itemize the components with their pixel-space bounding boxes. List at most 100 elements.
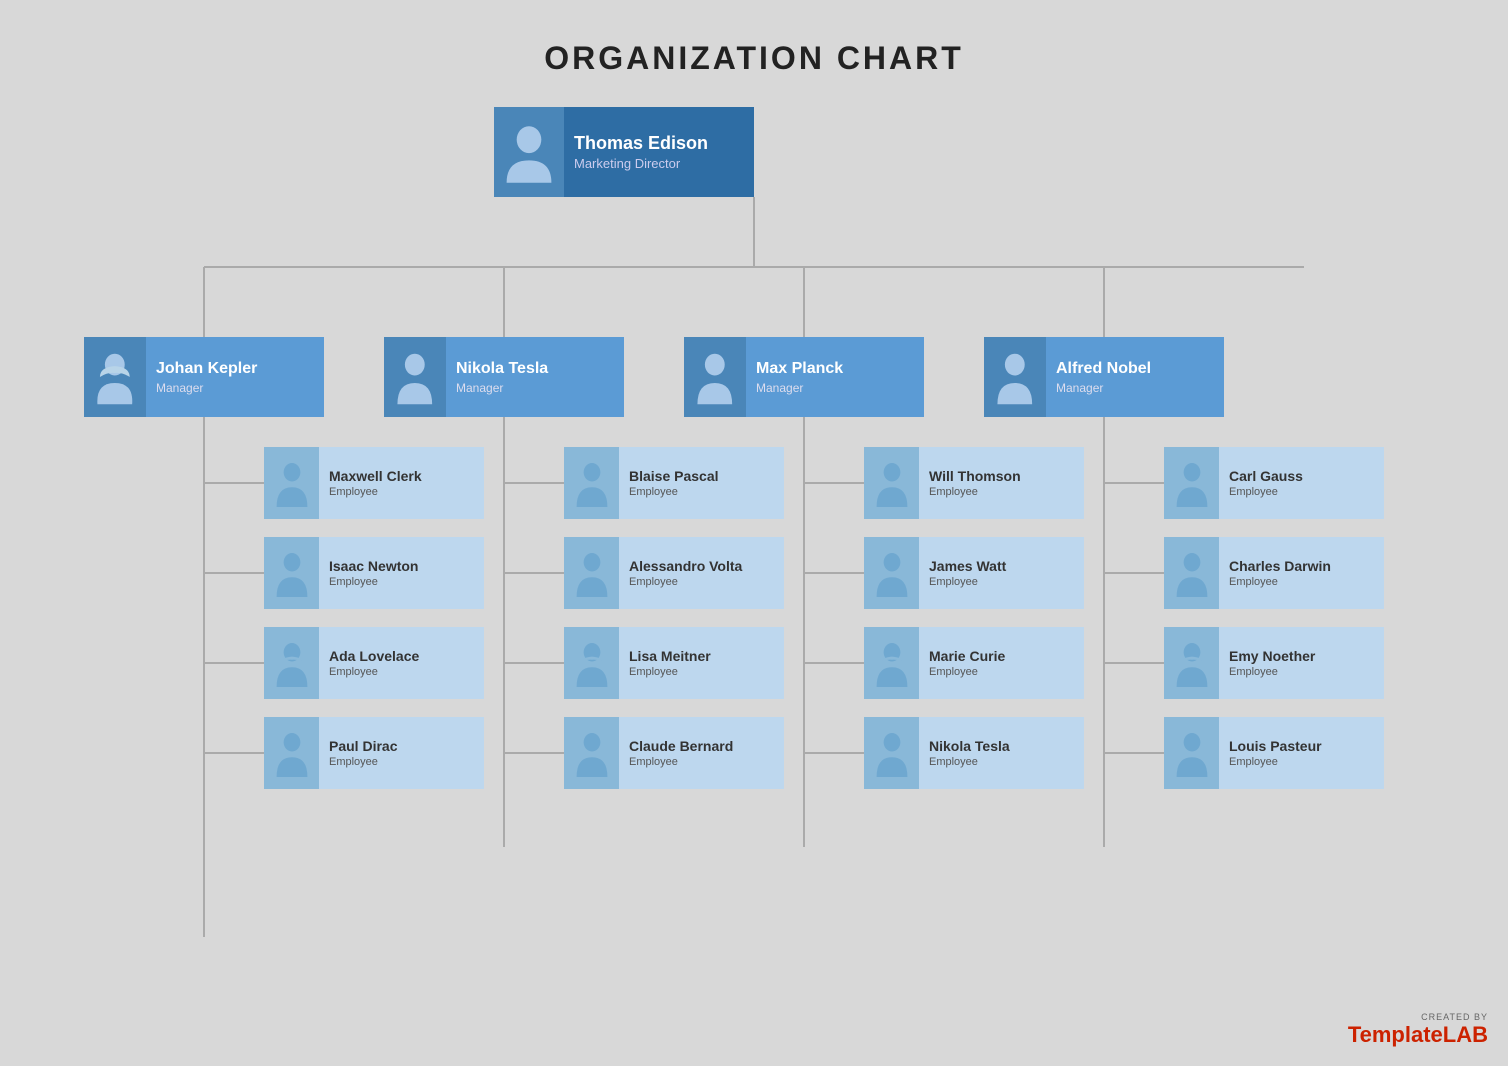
manager-role-3: Manager: [1056, 381, 1224, 395]
employee-avatar-0-0: [264, 447, 319, 519]
employee-role-2-0: Employee: [929, 486, 1084, 498]
employee-avatar-0-3: [264, 717, 319, 789]
watermark-created-by: CREATED BY: [1421, 1012, 1488, 1022]
employee-node-2-3: Nikola Tesla Employee: [864, 717, 1084, 789]
employee-node-2-1: James Watt Employee: [864, 537, 1084, 609]
employee-avatar-0-2: [264, 627, 319, 699]
manager-name-1: Nikola Tesla: [456, 359, 624, 378]
employee-node-0-2: Ada Lovelace Employee: [264, 627, 484, 699]
employee-role-0-3: Employee: [329, 756, 484, 768]
employee-node-2-2: Marie Curie Employee: [864, 627, 1084, 699]
employee-info-2-2: Marie Curie Employee: [919, 648, 1084, 679]
director-info: Thomas Edison Marketing Director: [564, 133, 754, 172]
employee-info-0-2: Ada Lovelace Employee: [319, 648, 484, 679]
employee-node-0-0: Maxwell Clerk Employee: [264, 447, 484, 519]
director-avatar: [494, 107, 564, 197]
employee-name-0-2: Ada Lovelace: [329, 648, 484, 665]
manager-avatar-2: [684, 337, 746, 417]
watermark: CREATED BY TemplateLAB: [1348, 1012, 1488, 1048]
employee-info-1-0: Blaise Pascal Employee: [619, 468, 784, 499]
watermark-brand-text: Template: [1348, 1022, 1443, 1047]
employee-name-1-1: Alessandro Volta: [629, 558, 784, 575]
employee-info-0-3: Paul Dirac Employee: [319, 738, 484, 769]
employee-name-0-1: Isaac Newton: [329, 558, 484, 575]
employee-info-0-1: Isaac Newton Employee: [319, 558, 484, 589]
director-name: Thomas Edison: [574, 133, 754, 155]
manager-name-3: Alfred Nobel: [1056, 359, 1224, 378]
manager-node-3: Alfred Nobel Manager: [984, 337, 1224, 417]
employee-role-2-2: Employee: [929, 666, 1084, 678]
manager-role-1: Manager: [456, 381, 624, 395]
employee-avatar-2-3: [864, 717, 919, 789]
employee-avatar-3-3: [1164, 717, 1219, 789]
manager-role-0: Manager: [156, 381, 324, 395]
employee-node-1-2: Lisa Meitner Employee: [564, 627, 784, 699]
employee-avatar-3-2: [1164, 627, 1219, 699]
manager-avatar-0: [84, 337, 146, 417]
employee-info-1-3: Claude Bernard Employee: [619, 738, 784, 769]
employee-role-2-3: Employee: [929, 756, 1084, 768]
employee-name-1-0: Blaise Pascal: [629, 468, 784, 485]
manager-info-0: Johan Kepler Manager: [146, 359, 324, 394]
employee-avatar-3-1: [1164, 537, 1219, 609]
watermark-brand-accent: LAB: [1443, 1022, 1488, 1047]
employee-node-2-0: Will Thomson Employee: [864, 447, 1084, 519]
employee-avatar-2-0: [864, 447, 919, 519]
employee-avatar-1-0: [564, 447, 619, 519]
manager-info-1: Nikola Tesla Manager: [446, 359, 624, 394]
employee-role-0-1: Employee: [329, 576, 484, 588]
employee-info-2-0: Will Thomson Employee: [919, 468, 1084, 499]
employee-name-2-2: Marie Curie: [929, 648, 1084, 665]
manager-avatar-3: [984, 337, 1046, 417]
watermark-brand: TemplateLAB: [1348, 1022, 1488, 1048]
employee-info-1-2: Lisa Meitner Employee: [619, 648, 784, 679]
employee-info-2-3: Nikola Tesla Employee: [919, 738, 1084, 769]
manager-node-1: Nikola Tesla Manager: [384, 337, 624, 417]
manager-name-2: Max Planck: [756, 359, 924, 378]
employee-role-3-2: Employee: [1229, 666, 1384, 678]
employee-avatar-1-2: [564, 627, 619, 699]
employee-avatar-0-1: [264, 537, 319, 609]
org-chart: Thomas Edison Marketing Director Johan K…: [44, 107, 1464, 1027]
page-title: ORGANIZATION CHART: [0, 0, 1508, 107]
employee-node-0-1: Isaac Newton Employee: [264, 537, 484, 609]
employee-role-3-1: Employee: [1229, 576, 1384, 588]
manager-info-3: Alfred Nobel Manager: [1046, 359, 1224, 394]
employee-node-3-1: Charles Darwin Employee: [1164, 537, 1384, 609]
employee-info-2-1: James Watt Employee: [919, 558, 1084, 589]
director-node: Thomas Edison Marketing Director: [494, 107, 754, 197]
employee-name-2-0: Will Thomson: [929, 468, 1084, 485]
employee-name-3-0: Carl Gauss: [1229, 468, 1384, 485]
employee-node-1-0: Blaise Pascal Employee: [564, 447, 784, 519]
employee-node-3-2: Emy Noether Employee: [1164, 627, 1384, 699]
employee-role-0-0: Employee: [329, 486, 484, 498]
employee-role-1-2: Employee: [629, 666, 784, 678]
employee-avatar-1-3: [564, 717, 619, 789]
employee-name-1-2: Lisa Meitner: [629, 648, 784, 665]
manager-node-0: Johan Kepler Manager: [84, 337, 324, 417]
employee-info-1-1: Alessandro Volta Employee: [619, 558, 784, 589]
employee-avatar-2-1: [864, 537, 919, 609]
manager-role-2: Manager: [756, 381, 924, 395]
employee-name-3-1: Charles Darwin: [1229, 558, 1384, 575]
employee-node-1-3: Claude Bernard Employee: [564, 717, 784, 789]
employee-name-3-2: Emy Noether: [1229, 648, 1384, 665]
employee-avatar-1-1: [564, 537, 619, 609]
employee-avatar-3-0: [1164, 447, 1219, 519]
manager-name-0: Johan Kepler: [156, 359, 324, 378]
director-role: Marketing Director: [574, 156, 754, 171]
employee-role-1-1: Employee: [629, 576, 784, 588]
employee-info-3-2: Emy Noether Employee: [1219, 648, 1384, 679]
manager-avatar-1: [384, 337, 446, 417]
employee-role-3-0: Employee: [1229, 486, 1384, 498]
employee-name-2-3: Nikola Tesla: [929, 738, 1084, 755]
employee-role-1-0: Employee: [629, 486, 784, 498]
employee-name-0-3: Paul Dirac: [329, 738, 484, 755]
employee-role-0-2: Employee: [329, 666, 484, 678]
employee-role-3-3: Employee: [1229, 756, 1384, 768]
employee-name-1-3: Claude Bernard: [629, 738, 784, 755]
employee-name-2-1: James Watt: [929, 558, 1084, 575]
employee-name-0-0: Maxwell Clerk: [329, 468, 484, 485]
employee-info-3-1: Charles Darwin Employee: [1219, 558, 1384, 589]
employee-node-1-1: Alessandro Volta Employee: [564, 537, 784, 609]
